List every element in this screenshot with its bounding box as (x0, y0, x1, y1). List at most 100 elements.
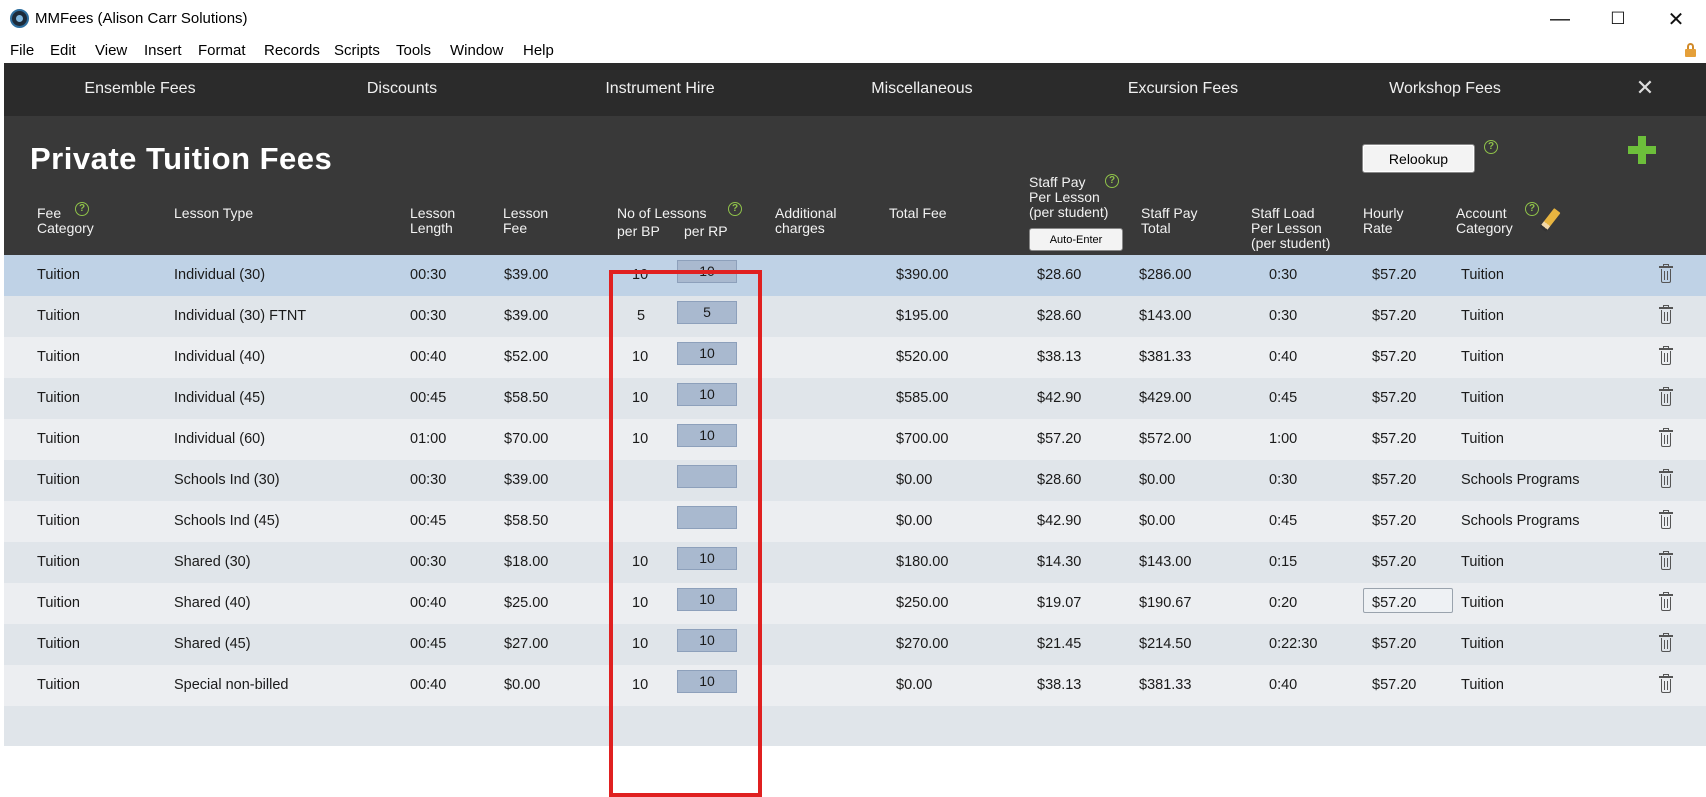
delete-row-icon[interactable] (1659, 469, 1673, 488)
cell-account-category: Tuition (1461, 267, 1504, 283)
menu-window[interactable]: Window (450, 42, 503, 59)
cell-staff-pay-total: $381.33 (1139, 349, 1192, 365)
cell-lesson-fee: $25.00 (504, 595, 549, 611)
menu-format[interactable]: Format (198, 42, 246, 59)
menu-view[interactable]: View (95, 42, 127, 59)
cell-fee-category: Tuition (37, 554, 80, 570)
table-row[interactable]: Tuition Shared (30) 00:30 $18.00 10 10 $… (4, 542, 1706, 583)
table-row[interactable]: Tuition Shared (40) 00:40 $25.00 10 10 $… (4, 583, 1706, 624)
cell-staff-pay-total: $429.00 (1139, 390, 1192, 406)
cell-per-bp: 10 (632, 636, 649, 652)
delete-row-icon[interactable] (1659, 551, 1673, 570)
cell-hourly-rate: $57.20 (1372, 267, 1417, 283)
close-window-button[interactable]: ✕ (1647, 0, 1705, 38)
maximize-button[interactable]: ☐ (1589, 0, 1647, 38)
menu-insert[interactable]: Insert (144, 42, 182, 59)
delete-row-icon[interactable] (1659, 592, 1673, 611)
add-fee-icon[interactable] (1628, 136, 1656, 164)
cell-per-bp: 10 (632, 349, 649, 365)
per-rp-field[interactable]: 10 (677, 588, 737, 611)
menu-records[interactable]: Records (264, 42, 320, 59)
no-of-lessons-help-icon[interactable]: ? (728, 202, 742, 216)
tab-instrument-hire[interactable]: Instrument Hire (540, 80, 780, 98)
delete-row-icon[interactable] (1659, 428, 1673, 447)
cell-lesson-length: 00:45 (410, 390, 447, 406)
cell-staff-pay: $28.60 (1037, 472, 1082, 488)
cell-account-category: Tuition (1461, 390, 1504, 406)
menu-help[interactable]: Help (523, 42, 554, 59)
cell-staff-load: 1:00 (1269, 431, 1298, 447)
minimize-button[interactable]: — (1531, 0, 1589, 38)
per-rp-field[interactable]: 10 (677, 260, 737, 283)
edit-pencil-icon[interactable] (1539, 208, 1561, 232)
table-row[interactable]: Tuition Individual (30) 00:30 $39.00 10 … (4, 255, 1706, 296)
menu-scripts[interactable]: Scripts (334, 42, 380, 59)
per-rp-field[interactable] (677, 465, 737, 488)
cell-total-fee: $250.00 (896, 595, 949, 611)
cell-staff-pay: $19.07 (1037, 595, 1082, 611)
cell-per-bp: 10 (632, 390, 649, 406)
cell-hourly-rate: $57.20 (1372, 636, 1417, 652)
menu-tools[interactable]: Tools (396, 42, 431, 59)
delete-row-icon[interactable] (1659, 674, 1673, 693)
table-row[interactable]: Tuition Schools Ind (30) 00:30 $39.00 $0… (4, 460, 1706, 501)
cell-account-category: Tuition (1461, 349, 1504, 365)
per-rp-field[interactable] (677, 506, 737, 529)
table-row[interactable]: Tuition Special non-billed 00:40 $0.00 1… (4, 665, 1706, 706)
auto-enter-button[interactable]: Auto-Enter (1029, 228, 1123, 251)
per-rp-field[interactable]: 10 (677, 629, 737, 652)
cell-staff-pay-total: $0.00 (1139, 472, 1176, 488)
menu-edit[interactable]: Edit (50, 42, 76, 59)
tab-ensemble-fees[interactable]: Ensemble Fees (20, 80, 260, 98)
menu-file[interactable]: File (10, 42, 34, 59)
close-tabs-icon[interactable]: ✕ (1634, 77, 1656, 99)
window-titlebar: MMFees (Alison Carr Solutions) — ☐ ✕ (0, 0, 1706, 38)
fee-category-help-icon[interactable]: ? (75, 202, 89, 216)
table-row[interactable]: Tuition Schools Ind (45) 00:45 $58.50 $0… (4, 501, 1706, 542)
account-category-help-icon[interactable]: ? (1525, 202, 1539, 216)
per-rp-field[interactable]: 10 (677, 342, 737, 365)
per-rp-field[interactable]: 5 (677, 301, 737, 324)
cell-account-category: Tuition (1461, 431, 1504, 447)
delete-row-icon[interactable] (1659, 633, 1673, 652)
cell-staff-pay-total: $572.00 (1139, 431, 1192, 447)
cell-hourly-rate[interactable]: $57.20 (1372, 595, 1416, 611)
cell-fee-category: Tuition (37, 431, 80, 447)
relookup-button[interactable]: Relookup (1362, 144, 1475, 173)
tab-discounts[interactable]: Discounts (282, 80, 522, 98)
cell-total-fee: $0.00 (896, 677, 933, 693)
table-row[interactable]: Tuition Individual (40) 00:40 $52.00 10 … (4, 337, 1706, 378)
tab-excursion-fees[interactable]: Excursion Fees (1063, 80, 1303, 98)
delete-row-icon[interactable] (1659, 305, 1673, 324)
cell-per-bp: 10 (632, 554, 649, 570)
table-row[interactable]: Tuition Individual (45) 00:45 $58.50 10 … (4, 378, 1706, 419)
per-rp-field[interactable]: 10 (677, 383, 737, 406)
cell-lesson-type: Individual (60) (174, 431, 266, 447)
tab-workshop-fees[interactable]: Workshop Fees (1325, 80, 1565, 98)
per-rp-field[interactable]: 10 (677, 547, 737, 570)
cell-per-bp: 10 (632, 431, 649, 447)
delete-row-icon[interactable] (1659, 510, 1673, 529)
menu-bar: File Edit View Insert Format Records Scr… (0, 38, 1706, 63)
table-row[interactable]: Tuition Shared (45) 00:45 $27.00 10 10 $… (4, 624, 1706, 665)
page-title: Private Tuition Fees (30, 141, 333, 176)
staff-pay-help-icon[interactable]: ? (1105, 174, 1119, 188)
cell-lesson-length: 00:30 (410, 554, 447, 570)
per-rp-field[interactable]: 10 (677, 424, 737, 447)
relookup-help-icon[interactable]: ? (1484, 140, 1498, 154)
delete-row-icon[interactable] (1659, 346, 1673, 365)
cell-hourly-rate: $57.20 (1372, 390, 1417, 406)
delete-row-icon[interactable] (1659, 264, 1673, 283)
cell-lesson-type: Individual (45) (174, 390, 266, 406)
header-lesson-fee: Lesson Fee (503, 205, 549, 236)
delete-row-icon[interactable] (1659, 387, 1673, 406)
per-rp-field[interactable]: 10 (677, 670, 737, 693)
tab-miscellaneous[interactable]: Miscellaneous (802, 80, 1042, 98)
table-row[interactable]: Tuition Individual (30) FTNT 00:30 $39.0… (4, 296, 1706, 337)
header-hourly-rate: Hourly Rate (1363, 205, 1404, 236)
cell-lesson-fee: $58.50 (504, 390, 549, 406)
cell-lesson-fee: $18.00 (504, 554, 549, 570)
cell-staff-pay-total: $0.00 (1139, 513, 1176, 529)
fees-layout: Ensemble Fees Discounts Instrument Hire … (4, 63, 1706, 797)
table-row[interactable]: Tuition Individual (60) 01:00 $70.00 10 … (4, 419, 1706, 460)
